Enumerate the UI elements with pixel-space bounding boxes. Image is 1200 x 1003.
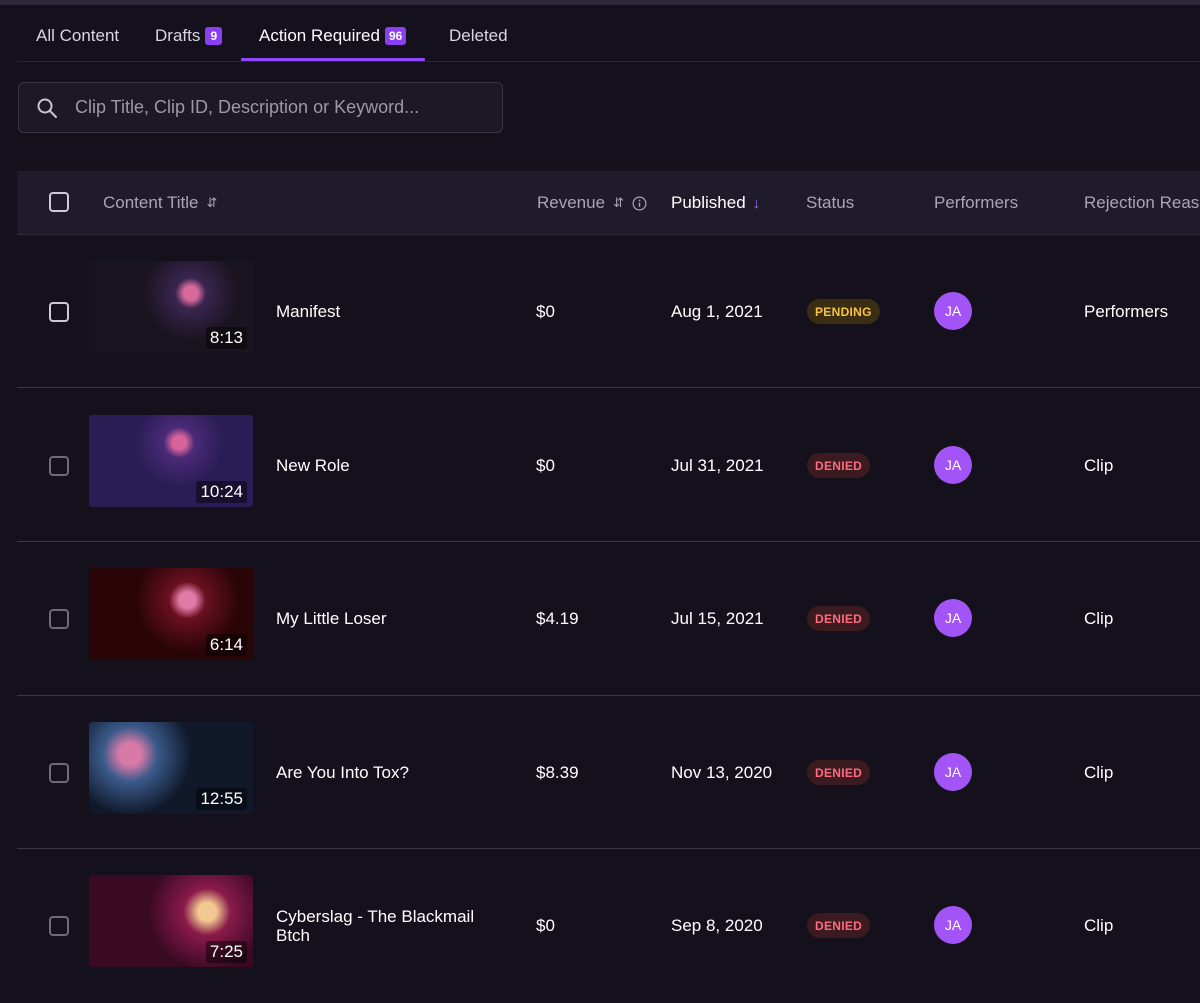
column-revenue[interactable]: Revenue ⇵ (537, 171, 647, 235)
column-status: Status (806, 171, 854, 235)
performer-avatar[interactable]: JA (934, 292, 972, 330)
column-label: Status (806, 193, 855, 212)
performer-avatar[interactable]: JA (934, 446, 972, 484)
video-duration: 10:24 (196, 481, 247, 503)
tab-label: All Content (36, 26, 120, 45)
video-duration: 8:13 (205, 327, 247, 349)
rejection-reason: Clip (1084, 456, 1114, 475)
column-label: Published (671, 193, 746, 212)
video-thumbnail[interactable]: 10:24 (89, 415, 253, 507)
row-checkbox[interactable] (49, 456, 69, 476)
revenue-value: $0 (536, 302, 555, 321)
performer-avatar[interactable]: JA (934, 753, 972, 791)
tab-action-required[interactable]: Action Required 96 (259, 10, 407, 62)
published-date: Sep 8, 2020 (671, 916, 763, 935)
published-date: Jul 15, 2021 (671, 609, 764, 628)
tab-label: Deleted (449, 26, 508, 45)
video-duration: 6:14 (205, 634, 247, 656)
rejection-reason: Clip (1084, 916, 1114, 935)
sort-icon[interactable]: ⇵ (206, 195, 217, 211)
status-badge: DENIED (807, 453, 871, 478)
table-row[interactable]: 6:14 My Little Loser $4.19 Jul 15, 2021 … (17, 543, 1200, 696)
drafts-count-badge: 9 (205, 27, 223, 45)
search-icon (37, 98, 57, 118)
revenue-value: $0 (536, 916, 555, 935)
status-badge: DENIED (807, 760, 871, 785)
table-row[interactable]: 7:25 Cyberslag - The Blackmail Btch $0 S… (17, 850, 1200, 1003)
table-row[interactable]: 12:55 Are You Into Tox? $8.39 Nov 13, 20… (17, 696, 1200, 849)
tab-label: Action Required (259, 26, 380, 45)
action-required-count-badge: 96 (384, 27, 407, 45)
column-rejection-reason: Rejection Reason (1084, 171, 1200, 235)
table-row[interactable]: 8:13 Manifest $0 Aug 1, 2021 PENDING JA … (17, 235, 1200, 388)
column-label: Revenue (537, 193, 606, 212)
tab-deleted[interactable]: Deleted (449, 10, 508, 62)
published-date: Aug 1, 2021 (671, 302, 763, 321)
content-title[interactable]: My Little Loser (276, 609, 486, 628)
tab-label: Drafts (155, 26, 201, 45)
tab-all-content[interactable]: All Content (36, 10, 119, 62)
performer-avatar[interactable]: JA (934, 599, 972, 637)
search-box (18, 82, 503, 133)
content-title[interactable]: New Role (276, 456, 486, 475)
column-published[interactable]: Published ↓ (671, 171, 760, 235)
row-checkbox[interactable] (49, 302, 69, 322)
status-badge: DENIED (807, 913, 871, 938)
revenue-value: $8.39 (536, 763, 579, 782)
video-duration: 12:55 (196, 788, 247, 810)
sort-descending-icon[interactable]: ↓ (753, 195, 761, 212)
column-label: Performers (934, 193, 1019, 212)
tab-drafts[interactable]: Drafts 9 (155, 10, 223, 62)
column-label: Content Title (103, 193, 199, 212)
column-label: Rejection Reason (1084, 193, 1200, 212)
content-title[interactable]: Are You Into Tox? (276, 763, 486, 782)
rejection-reason: Performers (1084, 302, 1169, 321)
info-icon[interactable] (632, 196, 647, 211)
video-thumbnail[interactable]: 7:25 (89, 875, 253, 967)
row-checkbox[interactable] (49, 609, 69, 629)
video-duration: 7:25 (205, 941, 247, 963)
table-header: Content Title ⇵ Revenue ⇵ Published ↓ St… (17, 171, 1200, 235)
table-row[interactable]: 10:24 New Role $0 Jul 31, 2021 DENIED JA… (17, 389, 1200, 542)
rejection-reason: Clip (1084, 609, 1114, 628)
status-badge: PENDING (807, 299, 880, 324)
revenue-value: $4.19 (536, 609, 579, 628)
video-thumbnail[interactable]: 12:55 (89, 722, 253, 814)
rejection-reason: Clip (1084, 763, 1114, 782)
select-all-checkbox[interactable] (49, 192, 69, 212)
row-checkbox[interactable] (49, 763, 69, 783)
column-content-title[interactable]: Content Title ⇵ (103, 171, 217, 235)
published-date: Jul 31, 2021 (671, 456, 764, 475)
search-input[interactable] (73, 83, 493, 132)
tabs-divider (17, 61, 1200, 62)
content-title[interactable]: Manifest (276, 302, 486, 321)
performer-avatar[interactable]: JA (934, 906, 972, 944)
sort-icon[interactable]: ⇵ (613, 195, 624, 211)
status-badge: DENIED (807, 606, 871, 631)
video-thumbnail[interactable]: 8:13 (89, 261, 253, 353)
revenue-value: $0 (536, 456, 555, 475)
video-thumbnail[interactable]: 6:14 (89, 568, 253, 660)
row-checkbox[interactable] (49, 916, 69, 936)
published-date: Nov 13, 2020 (671, 763, 773, 782)
column-performers: Performers (934, 171, 1018, 235)
content-tabs: All Content Drafts 9 Action Required 96 … (0, 5, 1200, 62)
content-title[interactable]: Cyberslag - The Blackmail Btch (276, 907, 486, 945)
